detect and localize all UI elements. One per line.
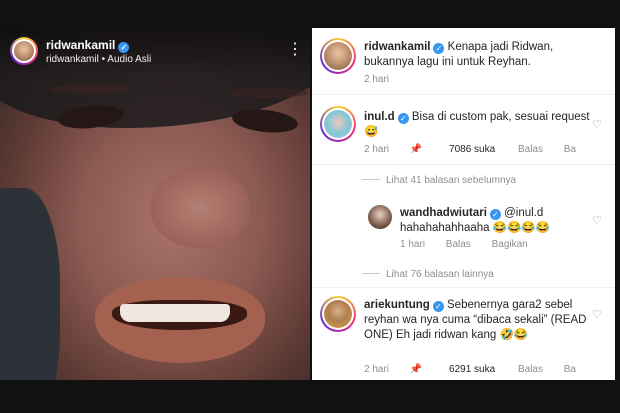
comment-time: 2 hari	[364, 364, 390, 375]
view-more-replies[interactable]: Lihat 76 balasan lainnya	[386, 269, 494, 280]
divider	[312, 164, 615, 165]
video-brow-right	[228, 88, 308, 98]
more-vert-icon[interactable]: ⋮	[287, 42, 303, 58]
caption-time: 2 hari	[364, 74, 390, 85]
comment-text-inul: inul.d ✓ Bisa di custom pak, sesuai reque…	[364, 110, 600, 140]
caption-username[interactable]: ridwankamil	[364, 41, 430, 53]
divider	[312, 94, 615, 95]
verified-badge-icon: ✓	[489, 209, 501, 220]
reply-avatar-wandha[interactable]	[368, 205, 392, 229]
heart-outline-icon[interactable]: ♡	[592, 118, 602, 131]
view-previous-replies[interactable]: Lihat 41 balasan sebelumnya	[386, 175, 516, 186]
video-username-text[interactable]: ridwankamil	[46, 38, 115, 52]
verified-badge-icon: ✓	[118, 42, 130, 53]
pin-icon[interactable]: 📌	[410, 364, 422, 375]
comment-avatar-inul[interactable]	[320, 106, 356, 142]
comment-text-arie: ariekuntung ✓ Sebenernya gara2 sebel reyh…	[364, 298, 600, 343]
comment-meta: 2 hari 📌 6291 suka Balas Ba	[364, 364, 594, 375]
heart-outline-icon[interactable]: ♡	[592, 308, 602, 321]
video-nose	[150, 168, 250, 248]
bottom-bar	[0, 380, 620, 413]
pin-icon[interactable]: 📌	[410, 144, 422, 155]
video-eye-right	[231, 106, 299, 136]
comments-panel: ridwankamil ✓ Kenapa jadi Ridwan, bukanny…	[312, 28, 615, 380]
comment-time: 2 hari	[364, 144, 390, 155]
share-button[interactable]: Bagikan	[492, 239, 528, 250]
heart-outline-icon[interactable]: ♡	[592, 214, 602, 227]
video-hood-shape	[0, 188, 60, 380]
caption-text: ridwankamil ✓ Kenapa jadi Ridwan, bukanny…	[364, 40, 600, 70]
video-brow-left	[50, 84, 130, 94]
comment-avatar-arie[interactable]	[320, 296, 356, 332]
more-action-button[interactable]: Ba	[564, 364, 576, 375]
comment-username[interactable]: inul.d	[364, 111, 395, 123]
video-teeth	[120, 304, 230, 322]
reply-button[interactable]: Balas	[518, 364, 543, 375]
verified-badge-icon: ✓	[433, 43, 445, 54]
reply-button[interactable]: Balas	[518, 144, 543, 155]
caption-meta: 2 hari	[364, 74, 407, 85]
video-subtitle[interactable]: ridwankamil • Audio Asli	[46, 54, 151, 65]
video-username[interactable]: ridwankamil ✓	[46, 38, 130, 53]
comment-meta: 2 hari 📌 7086 suka Balas Ba	[364, 144, 594, 155]
reply-button[interactable]: Balas	[446, 239, 471, 250]
like-count[interactable]: 7086 suka	[449, 144, 495, 155]
caption-avatar[interactable]	[320, 38, 356, 74]
video-player[interactable]	[0, 28, 310, 380]
reply-meta: 1 hari Balas Bagikan	[400, 239, 546, 250]
divider	[312, 287, 615, 288]
screenshot-frame: ridwankamil ✓ ridwankamil • Audio Asli ⋮ …	[0, 0, 620, 413]
like-count[interactable]: 6291 suka	[449, 364, 495, 375]
verified-badge-icon: ✓	[397, 113, 409, 124]
reply-time: 1 hari	[400, 239, 426, 250]
video-avatar[interactable]	[10, 37, 38, 65]
more-action-button[interactable]: Ba	[564, 144, 576, 155]
verified-badge-icon: ✓	[432, 301, 444, 312]
reply-text-wandha: wandhadwiutari ✓ @inul.d hahahahahhaaha 😂…	[400, 206, 596, 236]
reply-username[interactable]: wandhadwiutari	[400, 207, 487, 219]
comment-username[interactable]: ariekuntung	[364, 299, 430, 311]
